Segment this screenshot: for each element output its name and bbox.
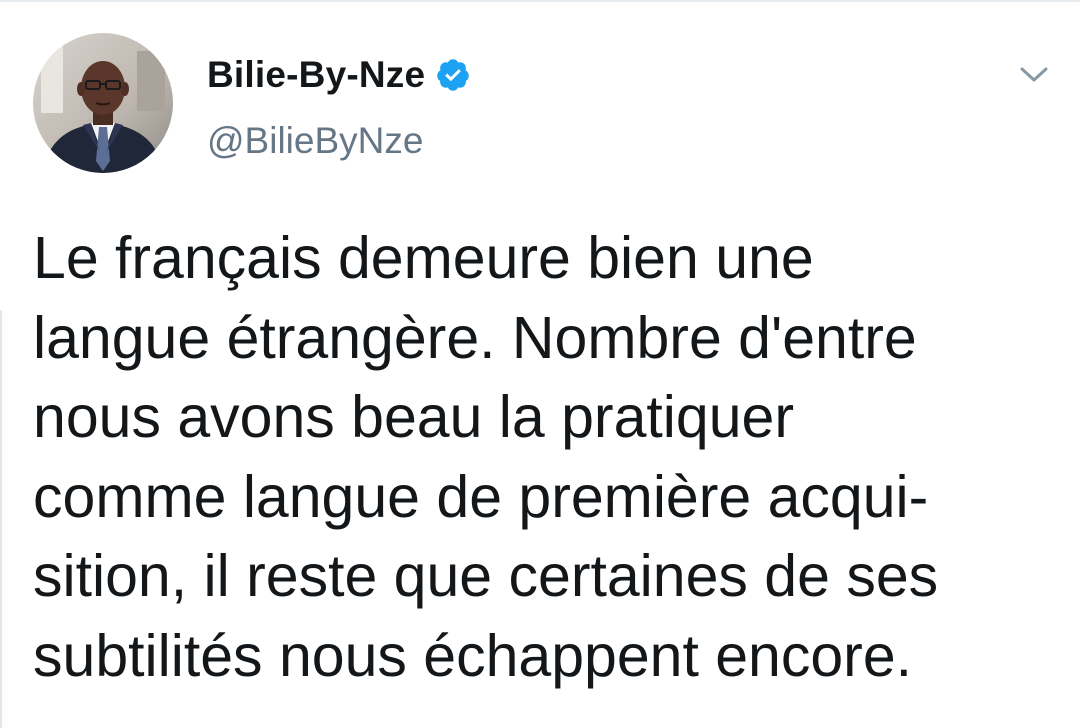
author-handle[interactable]: @BilieByNze: [207, 120, 423, 162]
verified-badge-icon: [435, 57, 471, 93]
tweet-text-line: comme langue de première acqui-: [33, 463, 929, 530]
left-edge-divider: [0, 310, 2, 728]
chevron-down-icon[interactable]: [1014, 58, 1054, 90]
author-display-name[interactable]: Bilie-By-Nze: [207, 54, 425, 96]
tweet-text-line: sition, il reste que certaines de ses: [33, 543, 939, 610]
author-name-row[interactable]: Bilie-By-Nze: [207, 50, 471, 100]
tweet-text: Le français demeure bien une langue étra…: [33, 219, 1063, 697]
tweet-text-line: nous avons beau la pratiquer: [33, 384, 794, 451]
top-divider: [0, 0, 1080, 2]
avatar[interactable]: [33, 33, 173, 173]
tweet-text-line: Le français demeure bien une: [33, 225, 814, 291]
tweet-text-line: langue étrangère. Nombre d'entre: [33, 304, 917, 371]
tweet-text-line: subtilités nous échappent encore.: [33, 622, 913, 689]
